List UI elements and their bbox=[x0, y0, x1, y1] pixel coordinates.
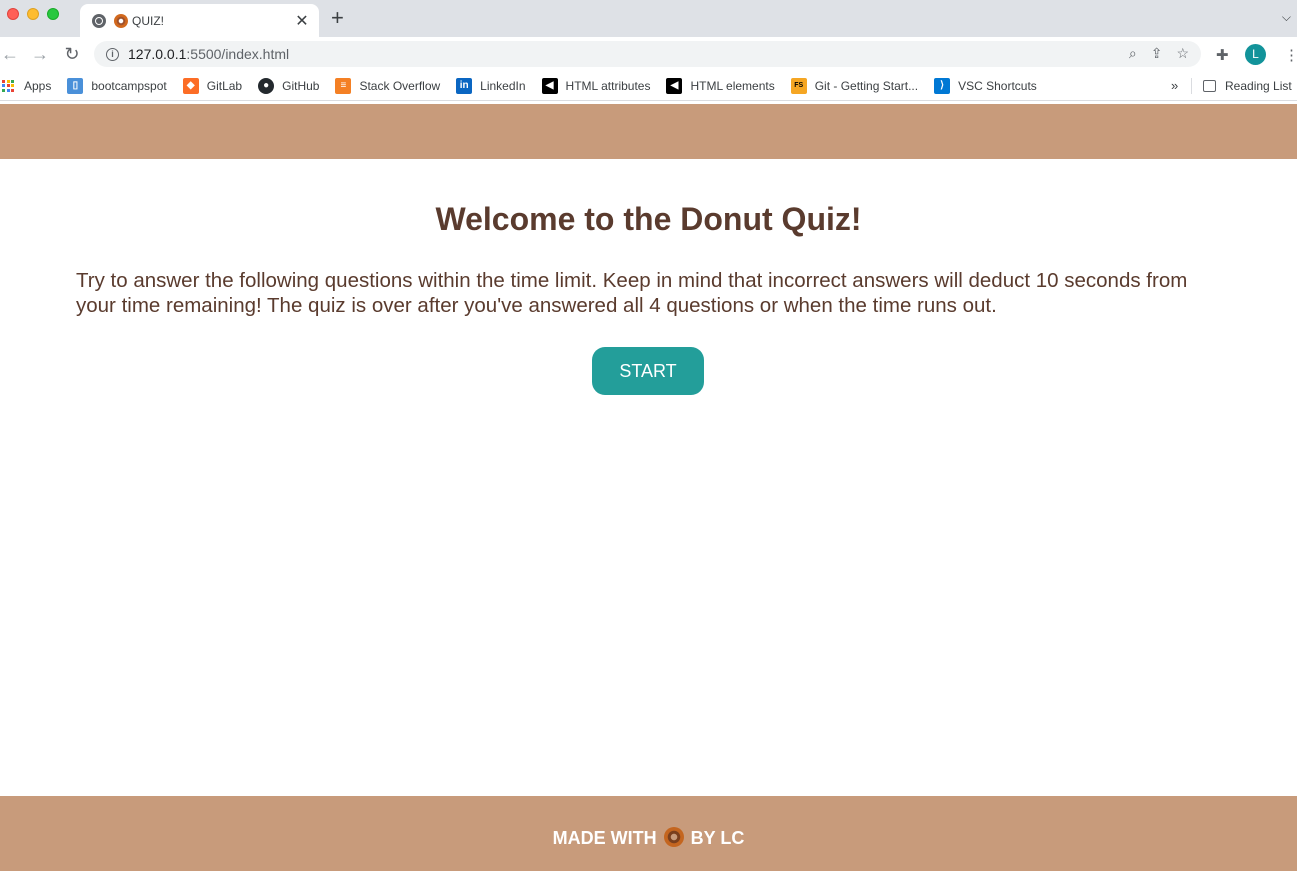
donut-icon bbox=[114, 13, 128, 28]
reload-button[interactable]: ↻ bbox=[62, 43, 82, 65]
quiz-instructions: Try to answer the following questions wi… bbox=[76, 269, 1188, 317]
new-tab-button[interactable]: + bbox=[331, 6, 344, 30]
bookmark-label: VSC Shortcuts bbox=[958, 78, 1037, 93]
close-window-button[interactable] bbox=[7, 8, 19, 20]
back-button[interactable]: ← bbox=[0, 43, 20, 65]
forward-button[interactable]: → bbox=[30, 43, 50, 65]
tab-strip: QUIZ! ✕ + ⌵ bbox=[0, 0, 1297, 37]
bookmark-vsc-shortcuts[interactable]: ⟩ VSC Shortcuts bbox=[934, 77, 1037, 94]
donut-icon bbox=[663, 827, 684, 847]
zoom-icon[interactable]: ⌕ bbox=[1129, 45, 1137, 62]
git-icon: FS bbox=[790, 77, 807, 94]
bookmark-label: LinkedIn bbox=[480, 78, 526, 93]
bookmark-gitlab[interactable]: ◆ GitLab bbox=[182, 77, 243, 94]
profile-avatar[interactable]: L bbox=[1245, 44, 1266, 65]
bookmark-star-icon[interactable]: ☆ bbox=[1176, 45, 1189, 62]
gitlab-icon: ◆ bbox=[182, 77, 199, 94]
reading-list-label: Reading List bbox=[1225, 79, 1292, 93]
bookmark-label: GitHub bbox=[282, 78, 320, 93]
page-header-bar bbox=[0, 104, 1297, 159]
bookmarks-divider bbox=[1191, 78, 1192, 94]
bookmark-git[interactable]: FS Git - Getting Start... bbox=[790, 77, 919, 94]
linkedin-icon: in bbox=[456, 77, 473, 94]
browser-toolbar: ← → ↻ i 127.0.0.1:5500/index.html ⌕ ⇪ ☆ … bbox=[0, 37, 1297, 71]
bookmark-stackoverflow[interactable]: ≡ Stack Overflow bbox=[335, 77, 441, 94]
bookmark-label: GitLab bbox=[206, 78, 243, 93]
bookmark-label: bootcampspot bbox=[91, 78, 167, 93]
bookmark-github[interactable]: ● GitHub bbox=[258, 77, 320, 94]
share-icon[interactable]: ⇪ bbox=[1151, 45, 1163, 62]
stackoverflow-icon: ≡ bbox=[335, 77, 352, 94]
html-elements-icon: ◀ bbox=[666, 77, 683, 94]
bookmark-html-elements[interactable]: ◀ HTML elements bbox=[666, 77, 775, 94]
bookmark-html-attributes[interactable]: ◀ HTML attributes bbox=[541, 77, 651, 94]
footer-text-after: BY LC bbox=[690, 828, 745, 848]
bookmarks-bar: Apps ▯ bootcampspot ◆ GitLab ● GitHub ≡ … bbox=[0, 71, 1297, 101]
reading-list-icon bbox=[1203, 80, 1216, 92]
start-button[interactable]: START bbox=[592, 347, 704, 395]
minimize-window-button[interactable] bbox=[27, 8, 39, 20]
footer-text-before: MADE WITH bbox=[552, 828, 657, 848]
browser-tab[interactable]: QUIZ! ✕ bbox=[80, 4, 319, 37]
menu-kebab-icon[interactable]: ⋮ bbox=[1284, 46, 1297, 64]
bookmark-linkedin[interactable]: in LinkedIn bbox=[456, 77, 526, 94]
url-host: 127.0.0.1 bbox=[128, 46, 187, 62]
tab-search-icon[interactable]: ⌵ bbox=[1282, 10, 1291, 25]
maximize-window-button[interactable] bbox=[47, 8, 59, 20]
extensions-icon[interactable]: ✚ bbox=[1216, 46, 1229, 64]
bookmark-label: HTML elements bbox=[690, 78, 775, 93]
bookmark-label: HTML attributes bbox=[565, 78, 651, 93]
bookmark-apps[interactable]: Apps bbox=[0, 79, 51, 93]
page-title: Welcome to the Donut Quiz! bbox=[435, 201, 862, 237]
more-bookmarks-chevron-icon[interactable]: » bbox=[1171, 78, 1178, 93]
bookmark-label: Apps bbox=[24, 78, 52, 93]
bootcampspot-icon: ▯ bbox=[67, 77, 84, 94]
apps-grid-icon bbox=[2, 79, 14, 92]
reading-list-button[interactable]: Reading List bbox=[1203, 71, 1292, 101]
github-icon: ● bbox=[258, 77, 275, 94]
footer-credit: MADE WITH BY LC bbox=[0, 827, 1297, 849]
tab-title: QUIZ! bbox=[132, 13, 164, 28]
address-bar[interactable]: i 127.0.0.1:5500/index.html ⌕ ⇪ ☆ bbox=[94, 41, 1201, 67]
tab-close-icon[interactable]: ✕ bbox=[291, 11, 313, 31]
html-attributes-icon: ◀ bbox=[541, 77, 558, 94]
globe-icon bbox=[92, 13, 106, 28]
bookmark-label: Git - Getting Start... bbox=[814, 78, 919, 93]
info-icon[interactable]: i bbox=[106, 47, 119, 61]
vscode-icon: ⟩ bbox=[934, 77, 951, 94]
bookmark-bootcampspot[interactable]: ▯ bootcampspot bbox=[67, 77, 167, 94]
url-path: :5500/index.html bbox=[186, 46, 290, 62]
bookmark-label: Stack Overflow bbox=[359, 78, 441, 93]
